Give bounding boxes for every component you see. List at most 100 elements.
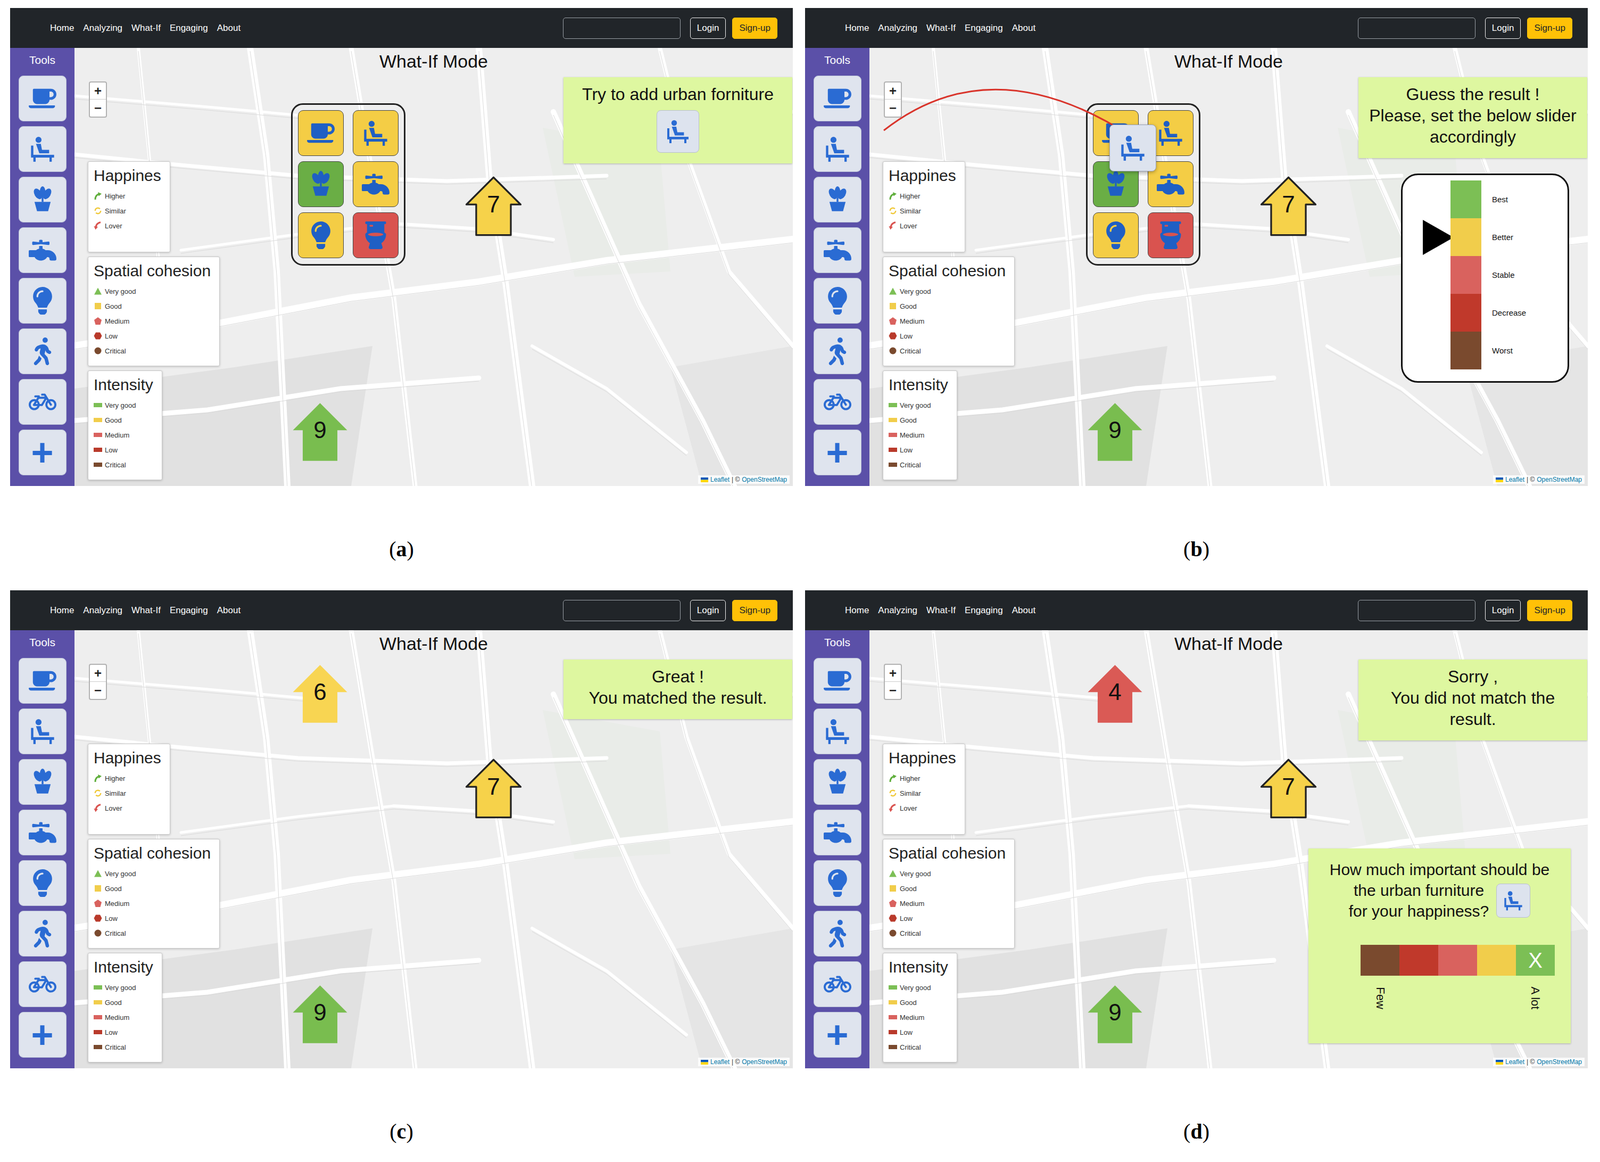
tool-button[interactable] bbox=[18, 708, 67, 754]
tool-button[interactable] bbox=[813, 657, 862, 704]
tool-button[interactable] bbox=[18, 910, 67, 957]
category-tile[interactable] bbox=[352, 161, 399, 207]
search-field[interactable] bbox=[562, 17, 681, 39]
nav-link[interactable]: Analyzing bbox=[83, 22, 123, 34]
level-swatch[interactable] bbox=[1450, 180, 1482, 219]
outline-button[interactable]: Login bbox=[1485, 17, 1522, 39]
tool-button[interactable] bbox=[18, 758, 67, 805]
zoom-in-button[interactable]: + bbox=[89, 82, 106, 100]
nav-link[interactable]: About bbox=[1012, 604, 1036, 616]
nav-link[interactable]: What-If bbox=[131, 22, 161, 34]
leaflet-link[interactable]: Leaflet bbox=[710, 475, 730, 484]
search-field[interactable] bbox=[1357, 599, 1476, 621]
nav-link[interactable]: Engaging bbox=[169, 604, 209, 616]
primary-button[interactable]: Sign-up bbox=[1527, 599, 1573, 621]
tool-button[interactable] bbox=[813, 809, 862, 856]
osm-link[interactable]: OpenStreetMap bbox=[1536, 1057, 1582, 1066]
tool-button[interactable] bbox=[813, 126, 862, 172]
category-tile[interactable] bbox=[1147, 212, 1194, 259]
add-tool-button[interactable]: + bbox=[813, 429, 862, 476]
zoom-in-button[interactable]: + bbox=[884, 82, 901, 100]
nav-link[interactable]: Analyzing bbox=[877, 604, 918, 616]
tool-button[interactable] bbox=[813, 708, 862, 754]
tool-button[interactable] bbox=[18, 227, 67, 273]
add-tool-button[interactable]: + bbox=[18, 1011, 67, 1058]
scale-cell[interactable] bbox=[1477, 944, 1516, 976]
category-tile[interactable] bbox=[297, 212, 344, 259]
tool-button[interactable] bbox=[18, 859, 67, 906]
tool-button[interactable] bbox=[18, 657, 67, 704]
nav-link[interactable]: About bbox=[1012, 22, 1036, 34]
category-tile[interactable] bbox=[1092, 212, 1139, 259]
dragged-item[interactable] bbox=[1109, 124, 1157, 172]
furniture-button[interactable] bbox=[656, 110, 700, 153]
tool-button[interactable] bbox=[813, 227, 862, 273]
zoom-out-button[interactable]: − bbox=[884, 99, 901, 117]
scale-cell[interactable] bbox=[1399, 944, 1439, 976]
tool-button[interactable] bbox=[18, 176, 67, 223]
osm-link[interactable]: OpenStreetMap bbox=[741, 475, 787, 484]
nav-link[interactable]: What-If bbox=[131, 604, 161, 616]
leaflet-link[interactable]: Leaflet bbox=[1505, 475, 1525, 484]
outline-button[interactable]: Login bbox=[690, 17, 727, 39]
tool-button[interactable] bbox=[18, 328, 67, 375]
nav-link[interactable]: Analyzing bbox=[877, 22, 918, 34]
nav-link[interactable]: Engaging bbox=[169, 22, 209, 34]
tool-button[interactable] bbox=[813, 176, 862, 223]
osm-link[interactable]: OpenStreetMap bbox=[1536, 475, 1582, 484]
zoom-in-button[interactable]: + bbox=[89, 664, 106, 682]
scale-cell[interactable] bbox=[1438, 944, 1478, 976]
osm-link[interactable]: OpenStreetMap bbox=[741, 1057, 787, 1066]
scale-cell[interactable] bbox=[1360, 944, 1400, 976]
primary-button[interactable]: Sign-up bbox=[732, 17, 778, 39]
zoom-in-button[interactable]: + bbox=[884, 664, 901, 682]
tool-button[interactable] bbox=[813, 910, 862, 957]
level-swatch[interactable] bbox=[1450, 218, 1482, 256]
add-tool-button[interactable]: + bbox=[18, 429, 67, 476]
tool-button[interactable] bbox=[18, 75, 67, 122]
tool-button[interactable] bbox=[18, 960, 67, 1007]
tool-button[interactable] bbox=[813, 75, 862, 122]
category-tile[interactable] bbox=[352, 212, 399, 259]
nav-link[interactable]: What-If bbox=[926, 604, 956, 616]
tool-button[interactable] bbox=[813, 960, 862, 1007]
tool-button[interactable] bbox=[18, 277, 67, 324]
zoom-out-button[interactable]: − bbox=[89, 99, 106, 117]
category-tile[interactable] bbox=[297, 161, 344, 207]
leaflet-link[interactable]: Leaflet bbox=[710, 1057, 730, 1066]
tool-button[interactable] bbox=[18, 378, 67, 425]
nav-link[interactable]: About bbox=[217, 604, 241, 616]
outline-button[interactable]: Login bbox=[690, 599, 727, 621]
nav-link[interactable]: About bbox=[217, 22, 241, 34]
zoom-out-button[interactable]: − bbox=[884, 681, 901, 699]
primary-button[interactable]: Sign-up bbox=[1527, 17, 1573, 39]
level-swatch[interactable] bbox=[1450, 331, 1482, 370]
search-field[interactable] bbox=[1357, 17, 1476, 39]
nav-link[interactable]: Home bbox=[50, 22, 74, 34]
tool-button[interactable] bbox=[18, 809, 67, 856]
slider-pointer-icon[interactable] bbox=[1422, 219, 1454, 255]
primary-button[interactable]: Sign-up bbox=[732, 599, 778, 621]
tool-button[interactable] bbox=[813, 378, 862, 425]
search-field[interactable] bbox=[562, 599, 681, 621]
tool-button[interactable] bbox=[813, 277, 862, 324]
category-tile[interactable] bbox=[352, 110, 399, 156]
tool-button[interactable] bbox=[813, 758, 862, 805]
tool-button[interactable] bbox=[813, 328, 862, 375]
nav-link[interactable]: Engaging bbox=[964, 604, 1003, 616]
leaflet-link[interactable]: Leaflet bbox=[1505, 1057, 1525, 1066]
scale-cell[interactable]: X bbox=[1515, 944, 1555, 976]
nav-link[interactable]: Home bbox=[844, 604, 869, 616]
tool-button[interactable] bbox=[18, 126, 67, 172]
outline-button[interactable]: Login bbox=[1485, 599, 1522, 621]
nav-link[interactable]: What-If bbox=[926, 22, 956, 34]
zoom-out-button[interactable]: − bbox=[89, 681, 106, 699]
nav-link[interactable]: Engaging bbox=[964, 22, 1003, 34]
nav-link[interactable]: Home bbox=[50, 604, 74, 616]
category-tile[interactable] bbox=[297, 110, 344, 156]
nav-link[interactable]: Analyzing bbox=[83, 604, 123, 616]
add-tool-button[interactable]: + bbox=[813, 1011, 862, 1058]
nav-link[interactable]: Home bbox=[844, 22, 869, 34]
level-swatch[interactable] bbox=[1450, 293, 1482, 332]
tool-button[interactable] bbox=[813, 859, 862, 906]
